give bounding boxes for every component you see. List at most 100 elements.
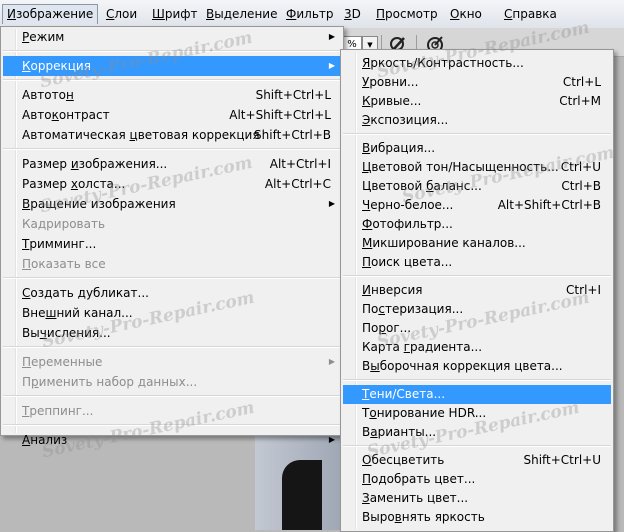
submenu-arrow-icon: ▶: [328, 435, 335, 444]
menu-item-label: Автотон: [22, 88, 74, 102]
adjustments-item-podobrat-cvet[interactable]: Подобрать цвет...: [343, 470, 611, 489]
adjustments-item-vibraciya[interactable]: Вибрация...: [343, 139, 611, 158]
menu-item-label: Применить набор данных...: [22, 375, 198, 389]
adjustments-item-vyborochnaya-korrekciya-cveta[interactable]: Выборочная коррекция цвета...: [343, 357, 611, 376]
menu-item-label: Размер изображения...: [22, 157, 168, 171]
menu-item-label: Фотофильтр...: [362, 217, 453, 231]
image-menu-item-vychisleniya[interactable]: Вычисления...: [3, 323, 341, 343]
menu-item-label: Порог...: [362, 321, 412, 335]
image-menu-item-trepping: Треппинг...: [3, 401, 341, 421]
menu-item-label: Постеризация...: [362, 302, 464, 316]
menu-item-label: Экспозиция...: [362, 113, 449, 127]
menu-item-label: Цветовой тон/Насыщенность...: [362, 160, 559, 174]
menubar-izobrazhenie[interactable]: Изображение: [2, 4, 99, 24]
menu-item-shortcut: Shift+Ctrl+L: [255, 88, 331, 102]
menu-separator: [3, 50, 341, 52]
menu-separator: [3, 277, 341, 279]
menu-item-shortcut: Alt+Shift+Ctrl+B: [497, 198, 601, 212]
menu-item-shortcut: Shift+Ctrl+U: [523, 453, 601, 467]
adjustments-item-cvetovoy-ton-nasyschennost[interactable]: Цветовой тон/Насыщенность... Ctrl+U: [343, 158, 611, 177]
image-menu-item-trimming[interactable]: Тримминг...: [3, 234, 341, 254]
image-menu-item-rezhim[interactable]: Режим ▶: [3, 27, 341, 47]
submenu-arrow-icon: ▶: [328, 357, 335, 366]
menu-item-label: Показать все: [22, 257, 106, 271]
menu-item-label: Кадрировать: [22, 217, 106, 231]
image-menu-item-sozdat-dublikat[interactable]: Создать дубликат...: [3, 283, 341, 303]
menu-item-shortcut: Alt+Shift+Ctrl+L: [229, 108, 331, 122]
image-menu-item-vneshniy-kanal[interactable]: Внешний канал...: [3, 303, 341, 323]
menu-item-label: Заменить цвет...: [362, 491, 469, 505]
adjustments-item-ekspoziciya[interactable]: Экспозиция...: [343, 111, 611, 130]
menu-item-label: Цветовой баланс...: [362, 179, 482, 193]
menu-item-shortcut: Shift+Ctrl+B: [254, 128, 331, 142]
submenu-arrow-icon: ▶: [328, 61, 335, 70]
menu-separator: [3, 148, 341, 150]
menubar-spravka[interactable]: Справка: [500, 4, 561, 24]
menu-item-shortcut: Ctrl+M: [559, 94, 601, 108]
menu-item-shortcut: Ctrl+B: [561, 179, 601, 193]
image-menu-item-avtokontrast[interactable]: Автоконтраст Alt+Shift+Ctrl+L: [3, 105, 341, 125]
adjustments-item-fotofiltr[interactable]: Фотофильтр...: [343, 215, 611, 234]
menu-item-label: Коррекция: [22, 59, 91, 73]
adjustments-item-cherno-beloe[interactable]: Черно-белое... Alt+Shift+Ctrl+B: [343, 196, 611, 215]
menu-separator: [3, 395, 341, 397]
menu-item-label: Инверсия: [362, 283, 423, 297]
menu-item-shortcut: Alt+Ctrl+I: [269, 157, 331, 171]
adjustments-item-vyrovnyat-yarkost[interactable]: Выровнять яркость: [343, 508, 611, 527]
menu-item-label: Автоматическая цветовая коррекция: [22, 128, 260, 142]
canvas-photo-subject: [282, 460, 322, 530]
menu-item-shortcut: Ctrl+I: [566, 283, 601, 297]
image-menu-item-primenit-nabor-dannyh: Применить набор данных...: [3, 372, 341, 392]
menu-item-label: Внешний канал...: [22, 306, 133, 320]
menubar-filtr[interactable]: Фильтр: [282, 4, 338, 24]
menu-item-label: Выборочная коррекция цвета...: [362, 359, 563, 373]
adjustments-item-obescvetit[interactable]: Обесцветить Shift+Ctrl+U: [343, 451, 611, 470]
image-menu-item-korrekciya[interactable]: Коррекция ▶: [3, 56, 341, 76]
menu-item-label: Треппинг...: [22, 404, 94, 418]
adjustments-item-posterizaciya[interactable]: Постеризация...: [343, 300, 611, 319]
image-menu-item-vraschenie-izobrazheniya[interactable]: Вращение изображения ▶: [3, 194, 341, 214]
menu-item-label: Тени/Света...: [362, 387, 446, 401]
image-menu-item-razmer-holsta[interactable]: Размер холста... Alt+Ctrl+C: [3, 174, 341, 194]
menu-item-shortcut: Ctrl+L: [562, 75, 601, 89]
menu-item-label: Переменные: [22, 355, 103, 369]
adjustments-item-zamenit-cvet[interactable]: Заменить цвет...: [343, 489, 611, 508]
adjustments-item-urovni[interactable]: Уровни... Ctrl+L: [343, 73, 611, 92]
adjustments-item-inversiya[interactable]: Инверсия Ctrl+I: [343, 281, 611, 300]
menu-separator: [343, 379, 611, 381]
menu-item-label: Выровнять яркость: [362, 510, 485, 524]
menu-item-label: Вибрация...: [362, 141, 436, 155]
submenu-arrow-icon: ▶: [328, 199, 335, 208]
menu-separator: [343, 133, 611, 135]
adjustments-item-mikshirovanie-kanalov[interactable]: Микширование каналов...: [343, 234, 611, 253]
adjustments-item-teni-sveta[interactable]: Тени/Света...: [343, 385, 611, 404]
image-menu-item-avtomaticheskaya-cvetovaya-korrekciya[interactable]: Автоматическая цветовая коррекция Shift+C…: [3, 125, 341, 145]
menu-item-label: Карта градиента...: [362, 340, 483, 354]
menubar-okno[interactable]: Окно: [446, 4, 486, 24]
image-menu-item-razmer-izobrazheniya[interactable]: Размер изображения... Alt+Ctrl+I: [3, 154, 341, 174]
menu-item-label: Тримминг...: [22, 237, 97, 251]
adjustments-item-poisk-cveta[interactable]: Поиск цвета...: [343, 253, 611, 272]
menubar-3d[interactable]: 3D: [340, 4, 365, 24]
menubar-shrift[interactable]: Шрифт: [148, 4, 202, 24]
menu-item-label: Вращение изображения: [22, 197, 176, 211]
menu-separator: [343, 445, 611, 447]
adjustments-item-cvetovoy-balans[interactable]: Цветовой баланс... Ctrl+B: [343, 177, 611, 196]
adjustments-item-porog[interactable]: Порог...: [343, 319, 611, 338]
adjustments-item-krivye[interactable]: Кривые... Ctrl+M: [343, 92, 611, 111]
adjustments-item-tonirovanie-hdr[interactable]: Тонирование HDR...: [343, 404, 611, 423]
image-menu-item-analiz[interactable]: Анализ ▶: [3, 430, 341, 450]
menubar-sloi[interactable]: Слои: [102, 4, 141, 24]
menu-item-shortcut: Alt+Ctrl+C: [264, 177, 331, 191]
image-menu-item-avtoton[interactable]: Автотон Shift+Ctrl+L: [3, 85, 341, 105]
menubar-vydelenie[interactable]: Выделение: [202, 4, 281, 24]
menu-item-label: Анализ: [22, 433, 68, 447]
adjustments-item-karta-gradienta[interactable]: Карта градиента...: [343, 338, 611, 357]
menubar-prosmotr[interactable]: Просмотр: [372, 4, 442, 24]
menu-item-shortcut: Ctrl+U: [560, 160, 601, 174]
adjustments-item-varianty[interactable]: Варианты...: [343, 423, 611, 442]
menu-separator: [343, 275, 611, 277]
menubar: Изображение Слои Шрифт Выделение Фильтр 3D Про…: [0, 0, 624, 29]
adjustments-item-yarkost-kontrastnost[interactable]: Яркость/Контрастность...: [343, 54, 611, 73]
menu-item-label: Варианты...: [362, 425, 437, 439]
